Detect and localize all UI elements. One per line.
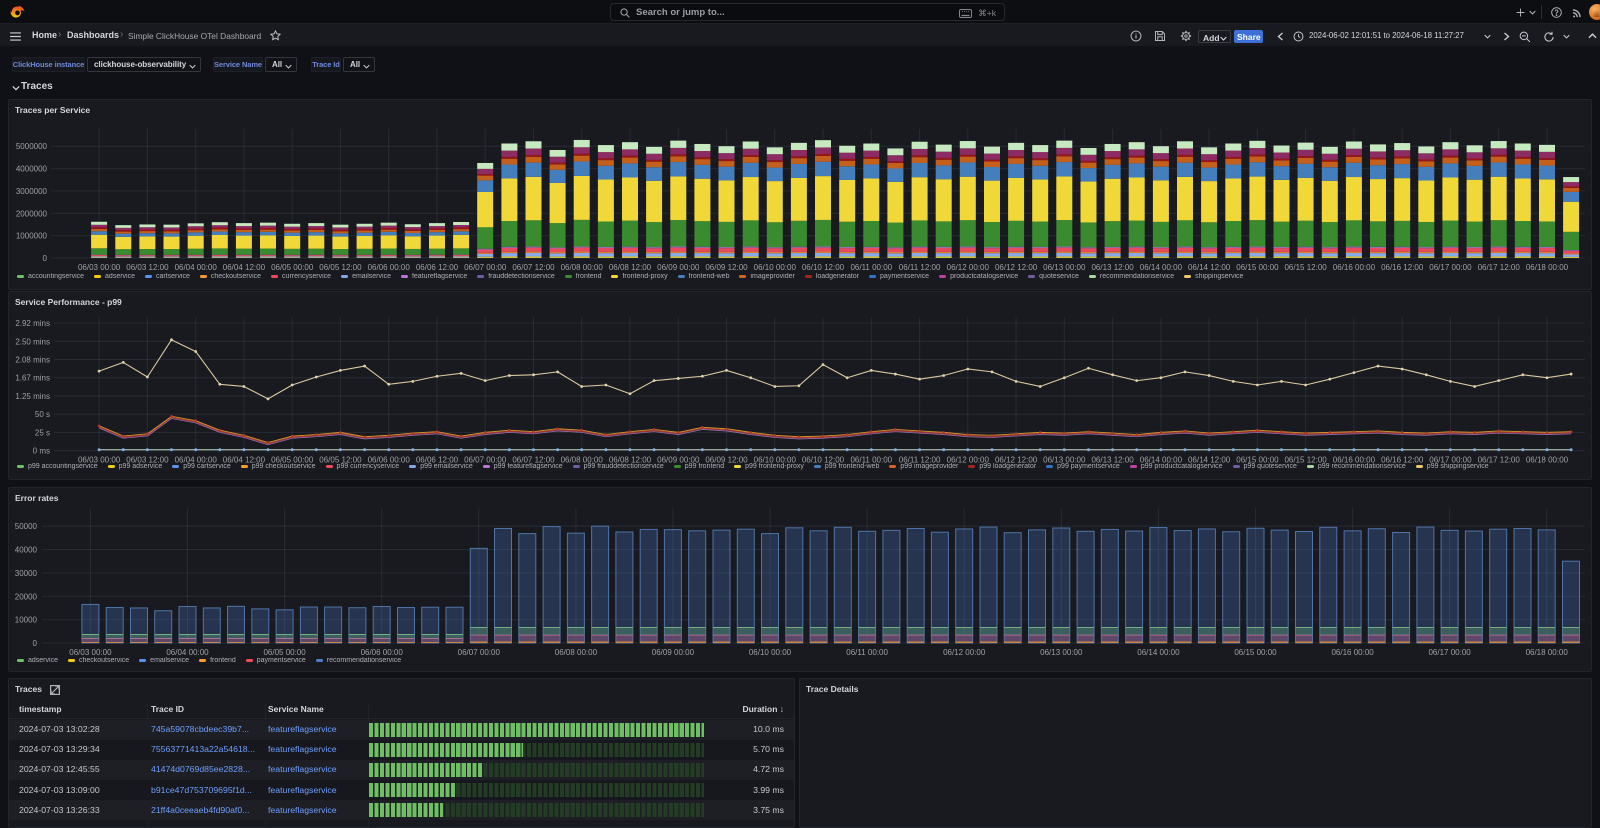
svg-text:06/17 12:00: 06/17 12:00: [1478, 263, 1521, 272]
svg-text:0: 0: [33, 639, 38, 648]
svg-text:06/14 00:00: 06/14 00:00: [1140, 263, 1183, 272]
svg-text:06/13 00:00: 06/13 00:00: [1040, 648, 1083, 657]
svg-text:06/04 00:00: 06/04 00:00: [175, 263, 218, 272]
svg-text:06/15 00:00: 06/15 00:00: [1236, 263, 1279, 272]
svg-text:5000000: 5000000: [16, 142, 48, 151]
svg-text:06/18 00:00: 06/18 00:00: [1526, 648, 1569, 657]
svg-text:06/08 00:00: 06/08 00:00: [555, 648, 598, 657]
svg-text:06/07 00:00: 06/07 00:00: [458, 648, 501, 657]
svg-text:1.25 mins: 1.25 mins: [15, 392, 50, 401]
svg-text:06/06 00:00: 06/06 00:00: [361, 648, 404, 657]
svg-text:06/03 00:00: 06/03 00:00: [78, 263, 121, 272]
svg-text:06/05 00:00: 06/05 00:00: [271, 263, 314, 272]
svg-text:06/17 00:00: 06/17 00:00: [1428, 648, 1471, 657]
svg-text:06/13 12:00: 06/13 12:00: [1091, 263, 1134, 272]
svg-text:06/11 00:00: 06/11 00:00: [846, 648, 888, 657]
svg-text:06/12 00:00: 06/12 00:00: [947, 263, 990, 272]
svg-text:06/04 12:00: 06/04 12:00: [223, 263, 266, 272]
svg-text:06/07 00:00: 06/07 00:00: [464, 263, 507, 272]
svg-text:06/09 00:00: 06/09 00:00: [657, 263, 700, 272]
svg-text:06/04 00:00: 06/04 00:00: [166, 648, 209, 657]
svg-text:30000: 30000: [15, 569, 38, 578]
svg-text:06/06 00:00: 06/06 00:00: [368, 263, 411, 272]
svg-text:50000: 50000: [15, 522, 38, 531]
svg-text:06/13 00:00: 06/13 00:00: [1043, 263, 1086, 272]
svg-text:06/17 00:00: 06/17 00:00: [1429, 263, 1472, 272]
svg-text:06/08 12:00: 06/08 12:00: [609, 263, 652, 272]
svg-text:06/08 00:00: 06/08 00:00: [561, 263, 604, 272]
svg-text:06/18 00:00: 06/18 00:00: [1526, 263, 1569, 272]
svg-text:50 s: 50 s: [35, 410, 50, 419]
svg-text:06/14 12:00: 06/14 12:00: [1188, 263, 1231, 272]
svg-text:06/11 00:00: 06/11 00:00: [850, 263, 892, 272]
svg-text:2.92 mins: 2.92 mins: [15, 319, 50, 328]
svg-text:06/09 00:00: 06/09 00:00: [652, 648, 695, 657]
svg-text:06/10 00:00: 06/10 00:00: [749, 648, 792, 657]
svg-text:06/03 00:00: 06/03 00:00: [69, 648, 112, 657]
svg-text:06/15 00:00: 06/15 00:00: [1234, 648, 1277, 657]
svg-text:4000000: 4000000: [16, 165, 48, 174]
svg-text:0 ms: 0 ms: [33, 447, 50, 456]
svg-text:06/12 00:00: 06/12 00:00: [943, 648, 986, 657]
svg-text:2.08 mins: 2.08 mins: [15, 356, 50, 365]
svg-text:0: 0: [43, 254, 48, 263]
svg-text:1.67 mins: 1.67 mins: [15, 374, 50, 383]
svg-text:06/11 12:00: 06/11 12:00: [899, 263, 941, 272]
svg-text:06/15 12:00: 06/15 12:00: [1284, 263, 1327, 272]
svg-text:06/05 12:00: 06/05 12:00: [319, 263, 362, 272]
svg-text:2000000: 2000000: [16, 209, 48, 218]
svg-text:06/16 00:00: 06/16 00:00: [1333, 263, 1376, 272]
svg-text:06/09 12:00: 06/09 12:00: [705, 263, 748, 272]
svg-text:06/05 00:00: 06/05 00:00: [263, 648, 306, 657]
svg-text:25 s: 25 s: [35, 428, 50, 437]
svg-text:1000000: 1000000: [16, 232, 48, 241]
svg-text:2.50 mins: 2.50 mins: [15, 337, 50, 346]
svg-text:20000: 20000: [15, 592, 38, 601]
svg-text:40000: 40000: [15, 546, 38, 555]
svg-text:06/10 00:00: 06/10 00:00: [754, 263, 797, 272]
svg-text:06/16 12:00: 06/16 12:00: [1381, 263, 1424, 272]
svg-text:3000000: 3000000: [16, 187, 48, 196]
svg-text:06/06 12:00: 06/06 12:00: [416, 263, 459, 272]
svg-text:06/07 12:00: 06/07 12:00: [512, 263, 555, 272]
svg-text:06/14 00:00: 06/14 00:00: [1137, 648, 1180, 657]
svg-text:06/16 00:00: 06/16 00:00: [1331, 648, 1374, 657]
svg-text:06/12 12:00: 06/12 12:00: [995, 263, 1038, 272]
svg-text:10000: 10000: [15, 616, 38, 625]
svg-text:06/03 12:00: 06/03 12:00: [126, 263, 169, 272]
svg-text:06/10 12:00: 06/10 12:00: [802, 263, 845, 272]
